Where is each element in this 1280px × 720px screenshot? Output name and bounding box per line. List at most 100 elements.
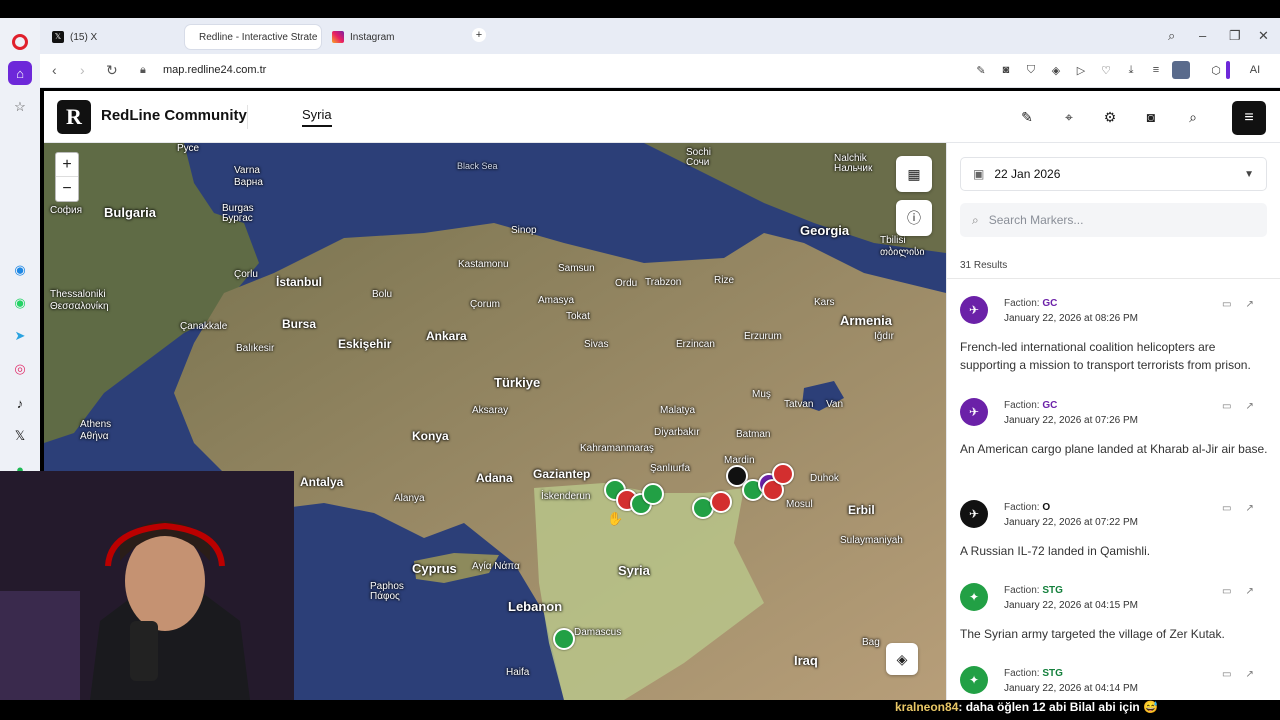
map-layers-icon[interactable]: ▦ — [896, 156, 932, 192]
brand-logo[interactable]: R — [57, 100, 91, 134]
map-label: Tbilisi — [880, 235, 906, 246]
date-selector[interactable]: ▣ 22 Jan 2026 ▼ — [960, 157, 1267, 191]
chat-message: kralneon84: daha öğlen 12 abi Bilal abi … — [895, 700, 1158, 714]
external-link-icon[interactable]: ↗ — [1245, 503, 1253, 514]
search-tabs-icon[interactable]: ⌕ — [1168, 28, 1175, 44]
url-field[interactable]: map.redline24.com.tr — [163, 64, 266, 76]
forward-icon[interactable]: › — [80, 62, 85, 78]
messenger-icon[interactable]: ◉ — [8, 258, 32, 282]
map-label: Erbil — [848, 503, 875, 517]
map-marker[interactable] — [642, 483, 664, 505]
download-icon[interactable]: ⤓ — [1122, 61, 1140, 79]
brand-name[interactable]: RedLine Community — [101, 107, 247, 124]
map-label: Πάφος — [370, 591, 400, 602]
map-label: Konya — [412, 429, 449, 443]
shield-icon[interactable]: ⛉ — [1022, 61, 1040, 79]
search-markers-input[interactable] — [988, 213, 1249, 227]
map-label: Alanya — [394, 493, 425, 504]
map-label: თბილისი — [880, 247, 925, 258]
event-text: A Russian IL-72 landed in Qamishli. — [960, 544, 1151, 558]
camera-icon[interactable]: ◙ — [997, 61, 1015, 79]
draw-icon[interactable]: ✎ — [1015, 105, 1039, 129]
star-icon[interactable]: ☆ — [8, 95, 32, 119]
map-label: Eskişehir — [338, 337, 392, 351]
edit-icon[interactable]: ✎ — [972, 61, 990, 79]
tab-x[interactable]: 𝕏 (15) X — [44, 25, 182, 49]
map-label: Antalya — [300, 475, 344, 489]
menu-button[interactable]: ≡ — [1232, 101, 1266, 135]
info-icon[interactable]: ⓘ — [896, 200, 932, 236]
map-label: Trabzon — [645, 277, 682, 288]
new-tab-button[interactable]: + — [472, 28, 486, 42]
gear-icon[interactable]: ⚙ — [1098, 105, 1122, 129]
video-icon[interactable]: ▭ — [1222, 669, 1231, 680]
zoom-in-button[interactable]: + — [56, 153, 78, 177]
tab-label: Instagram — [350, 31, 395, 43]
instagram-icon[interactable]: ◎ — [8, 357, 32, 381]
map-label: Sivas — [584, 339, 609, 350]
map-label: Batman — [736, 429, 771, 440]
map-label: Ordu — [615, 278, 638, 289]
home-icon[interactable]: ⌂ — [8, 61, 32, 85]
video-icon[interactable]: ▭ — [1222, 503, 1231, 514]
video-icon[interactable]: ▭ — [1222, 401, 1231, 412]
maximize-icon[interactable]: ❐ — [1229, 28, 1241, 44]
external-link-icon[interactable]: ↗ — [1245, 401, 1253, 412]
map-label: Lebanon — [508, 599, 563, 614]
map-label: Bulgaria — [104, 205, 157, 220]
event-text: The Syrian army targeted the village of … — [960, 627, 1225, 641]
map-label: Бургас — [222, 213, 253, 224]
tiktok-icon[interactable]: ♪ — [8, 391, 32, 415]
whatsapp-icon[interactable]: ◉ — [8, 291, 32, 315]
date-value: 22 Jan 2026 — [994, 167, 1061, 181]
faction-prefix: Faction: — [1004, 668, 1040, 679]
tab-redline[interactable]: Redline - Interactive Strate — [185, 25, 321, 49]
map-label: Bursa — [282, 317, 317, 331]
map-label: Van — [826, 399, 844, 410]
search-icon[interactable]: ⌕ — [1181, 105, 1205, 129]
layers-icon[interactable]: ◈ — [886, 643, 918, 675]
map-label: Çorum — [470, 299, 501, 310]
menu-lines-icon[interactable]: ≡ — [1147, 61, 1165, 79]
ai-button[interactable]: AI — [1240, 61, 1270, 79]
telegram-icon[interactable]: ➤ — [8, 324, 32, 348]
tab-syria[interactable]: Syria — [302, 107, 332, 127]
tab-instagram[interactable]: Instagram — [324, 25, 464, 49]
map-label: Şanlıurfa — [650, 463, 691, 474]
faction-prefix: Faction: — [1004, 400, 1040, 411]
timestamp: January 22, 2026 at 08:26 PM — [1004, 313, 1138, 324]
vpn-icon[interactable]: ◈ — [1047, 61, 1065, 79]
location-pin-icon[interactable]: ⌖ — [1057, 105, 1081, 129]
external-link-icon[interactable]: ↗ — [1245, 299, 1253, 310]
map-label: Amasya — [538, 295, 575, 306]
timestamp: January 22, 2026 at 07:26 PM — [1004, 415, 1138, 426]
extensions-icon[interactable]: ⬡ — [1207, 61, 1225, 79]
map-marker[interactable] — [553, 628, 575, 650]
external-link-icon[interactable]: ↗ — [1245, 669, 1253, 680]
map-marker[interactable] — [772, 463, 794, 485]
camera-icon[interactable]: ◙ — [1139, 105, 1163, 129]
minimize-icon[interactable]: – — [1199, 28, 1206, 43]
zoom-out-button[interactable]: − — [56, 177, 78, 201]
x-icon[interactable]: 𝕏 — [8, 424, 32, 448]
chat-username: kralneon84 — [895, 700, 959, 714]
map-label: Duhok — [810, 473, 839, 484]
faction-code: GC — [1042, 400, 1058, 411]
avatar[interactable] — [1172, 61, 1190, 79]
close-icon[interactable]: ✕ — [1258, 28, 1269, 44]
map-label: Kars — [814, 297, 835, 308]
helicopter-icon: ✈ — [960, 296, 988, 324]
map-label: Kahramanmaraş — [580, 443, 654, 454]
event-text: French-led international coalition helic… — [960, 340, 1251, 372]
reload-icon[interactable]: ↻ — [106, 62, 118, 79]
heart-icon[interactable]: ♡ — [1097, 61, 1115, 79]
video-icon[interactable]: ▭ — [1222, 299, 1231, 310]
play-icon[interactable]: ▷ — [1072, 61, 1090, 79]
faction-line: Faction: O — [1004, 502, 1050, 513]
external-link-icon[interactable]: ↗ — [1245, 586, 1253, 597]
video-icon[interactable]: ▭ — [1222, 586, 1231, 597]
browser-tab-bar: 𝕏 (15) X Redline - Interactive Strate In… — [0, 18, 1280, 54]
back-icon[interactable]: ‹ — [52, 62, 57, 78]
opera-logo-icon[interactable] — [12, 34, 28, 50]
map-marker[interactable] — [710, 491, 732, 513]
